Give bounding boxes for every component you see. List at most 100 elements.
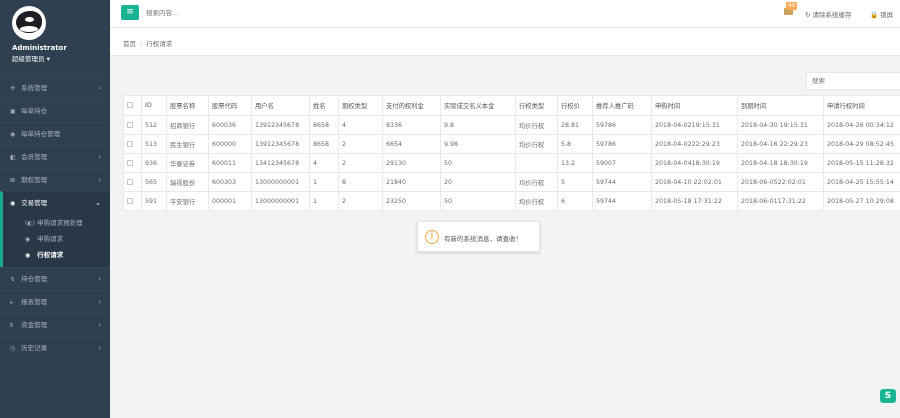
sidebar-item-options[interactable]: ⊠ 期权管理 ‹	[0, 168, 110, 191]
cell-username: 13412345678	[251, 153, 310, 173]
column-header[interactable]: 申请行权时间	[823, 95, 900, 116]
cell-stock-code: 600000	[208, 134, 252, 154]
sidebar-item-reports[interactable]: ⫸ 报表管理 ‹	[0, 290, 110, 313]
column-header[interactable]: 用户名	[251, 95, 310, 116]
subnav-item-subscribe[interactable]: ◉ 申购请求	[3, 231, 110, 247]
cell-expiry-time: 2018-04-18 18:30:19	[737, 153, 824, 173]
table-search-input[interactable]	[806, 72, 900, 90]
avatar[interactable]	[12, 6, 46, 40]
cell-stock-name: 民生银行	[166, 134, 209, 154]
search-input[interactable]	[146, 7, 266, 19]
cell-exercise-type	[515, 153, 558, 173]
profile-role-dropdown[interactable]: 超级管理员 ▾	[12, 53, 50, 63]
column-header[interactable]: 姓名	[309, 95, 339, 116]
sidebar-item-label: 历史记录	[21, 344, 48, 352]
holdings-icon: ↯	[10, 276, 16, 283]
select-all-checkbox[interactable]	[123, 95, 142, 116]
column-header[interactable]: 行权价	[557, 95, 593, 116]
notification-toast[interactable]: ! 有新的系统消息，请查收！	[417, 221, 540, 252]
row-checkbox[interactable]	[123, 172, 142, 192]
row-checkbox[interactable]	[123, 115, 142, 135]
circle-icon: ◉	[10, 131, 16, 138]
cell-referral-code: 59786	[592, 134, 652, 154]
sidebar-item-label: 会员管理	[21, 153, 48, 161]
lock-screen-button[interactable]: 🔒 锁屏	[870, 9, 893, 19]
mail-count-badge: 49	[786, 2, 797, 10]
sidebar-item-members[interactable]: ◧ 会员管理 ‹	[0, 145, 110, 168]
table-row[interactable]: 591 平安银行 000001 13000000001 1 2 23250 50…	[123, 191, 900, 211]
chevron-left-icon: ‹	[98, 176, 101, 184]
row-checkbox[interactable]	[123, 134, 142, 154]
chevron-down-icon: ⌄	[95, 199, 101, 207]
column-header[interactable]: 行权类型	[515, 95, 558, 116]
options-icon: ⊠	[10, 177, 16, 184]
sidebar-item-label: 期权管理	[21, 176, 48, 184]
cell-premium: 21840	[382, 172, 441, 192]
cell-expiry-time: 2018-06-0522:02:01	[737, 172, 824, 192]
table-row[interactable]: 936 华泰证券 600011 13412345678 4 2 29130 50…	[123, 153, 900, 173]
column-header[interactable]: ID	[141, 95, 167, 116]
subnav-item-preprocess[interactable]: (◐) 申购请求预处理	[3, 215, 110, 231]
cell-subscribe-time: 2018-04-0418:30:19	[651, 153, 738, 173]
sidebar-item-label: 报表管理	[21, 298, 48, 306]
chevron-left-icon: ‹	[98, 344, 101, 352]
cell-subscribe-time: 2018-04-10 22:02:01	[651, 172, 738, 192]
clear-cache-button[interactable]: ↻ 清除系统缓存	[805, 9, 852, 19]
sidebar: Administrator 超级管理员 ▾ ✣ 系统管理 ‹ ▣ 每单持仓 ◉ …	[0, 0, 110, 418]
column-header[interactable]: 实际成交名义本金	[440, 95, 516, 116]
cell-stock-code: 600036	[208, 115, 252, 135]
sidebar-item-funds[interactable]: Ⅱ 资金管理 ‹	[0, 313, 110, 336]
cell-referral-code: 59744	[592, 172, 652, 192]
sidebar-item-label: 每单持仓管理	[21, 130, 61, 138]
clock-icon: (◐)	[25, 220, 35, 227]
cell-stock-name: 华泰证券	[166, 153, 209, 173]
sidebar-item-history[interactable]: ◷ 历史记录 ‹	[0, 336, 110, 359]
reports-icon: ⫸	[10, 299, 14, 306]
sidebar-item-positions-manage[interactable]: ◉ 每单持仓管理	[0, 122, 110, 145]
cell-request-time: 2018-04-29 08:52:45	[823, 134, 900, 154]
subnav-item-exercise[interactable]: ◉ 行权请求	[3, 247, 110, 263]
circle-icon: ◉	[25, 236, 31, 243]
subnav-item-label: 申购请求	[37, 235, 64, 243]
table-row[interactable]: 512 招商银行 600036 13912345678 8658 4 8336 …	[123, 115, 900, 135]
cell-request-time: 2018-04-25 15:55:14	[823, 172, 900, 192]
sidebar-item-label: 资金管理	[21, 321, 48, 329]
floating-app-icon[interactable]: S	[880, 389, 896, 403]
column-header[interactable]: 股票代码	[208, 95, 252, 116]
column-header[interactable]: 推荐人推广码	[592, 95, 652, 116]
cell-strike: 13.2	[557, 153, 593, 173]
sidebar-item-holdings[interactable]: ↯ 持仓管理 ‹	[0, 267, 110, 290]
row-checkbox[interactable]	[123, 191, 142, 211]
cell-id: 565	[141, 172, 167, 192]
breadcrumb-home-link[interactable]: 首页	[123, 40, 136, 48]
column-header[interactable]: 支付的权利金	[382, 95, 441, 116]
menu-toggle-button[interactable]: ≡	[121, 5, 139, 20]
chevron-left-icon: ‹	[98, 298, 101, 306]
cell-username: 13912345678	[251, 115, 310, 135]
cell-exercise-type: 均价行权	[515, 134, 558, 154]
sidebar-item-label: 每单持仓	[21, 107, 48, 115]
cell-stock-code: 600303	[208, 172, 252, 192]
cell-name: 8658	[309, 115, 339, 135]
chevron-left-icon: ‹	[98, 275, 101, 283]
column-header[interactable]: 期权类型	[338, 95, 383, 116]
profile-block: Administrator 超级管理员 ▾	[0, 0, 110, 76]
column-header[interactable]: 股票名称	[166, 95, 209, 116]
column-header[interactable]: 申购时间	[651, 95, 738, 116]
sidebar-item-system[interactable]: ✣ 系统管理 ‹	[0, 76, 110, 99]
cell-option-type: 2	[338, 191, 383, 211]
table-row[interactable]: 513 民生银行 600000 13912345678 8658 2 6654 …	[123, 134, 900, 154]
sidebar-item-positions[interactable]: ▣ 每单持仓	[0, 99, 110, 122]
table-container: ID 股票名称 股票代码 用户名 姓名 期权类型 支付的权利金 实际成交名义本金…	[123, 95, 900, 211]
sidebar-subnav-trading: (◐) 申购请求预处理 ◉ 申购请求 ◉ 行权请求	[0, 214, 110, 267]
column-header[interactable]: 到期时间	[737, 95, 824, 116]
profile-name: Administrator	[12, 44, 67, 52]
row-checkbox[interactable]	[123, 153, 142, 173]
cell-request-time: 2018-05-15 11:28:32	[823, 153, 900, 173]
cell-request-time: 2018-05-27 10:29:08	[823, 191, 900, 211]
cell-exercise-type: 均价行权	[515, 115, 558, 135]
table-row[interactable]: 565 瑞视股份 600303 13000000001 1 8 21840 20…	[123, 172, 900, 192]
sidebar-item-trading[interactable]: ◉ 交易管理 ⌄	[0, 191, 110, 214]
cell-option-type: 2	[338, 134, 383, 154]
cell-name: 1	[309, 172, 339, 192]
